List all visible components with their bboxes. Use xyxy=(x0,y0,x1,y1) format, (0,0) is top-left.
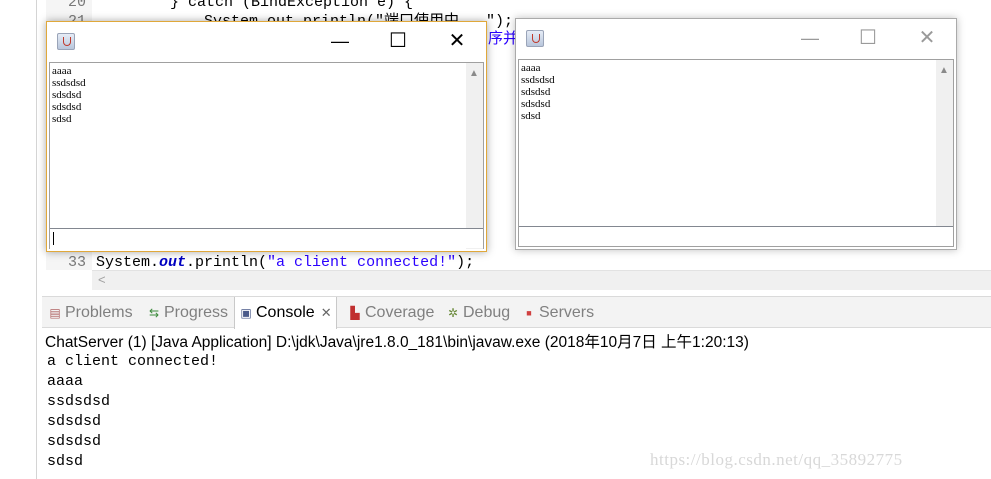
editor-horizontal-scrollbar[interactable]: < xyxy=(92,270,991,290)
tab-label: Servers xyxy=(539,303,595,321)
code-token: System. xyxy=(96,254,160,271)
console-icon: ▣ xyxy=(240,306,252,320)
message-line: aaaa xyxy=(52,65,72,77)
tab-servers[interactable]: ■ Servers xyxy=(518,297,598,328)
chat-client-window-2[interactable]: — ☐ ✕ aaaa ssdsdsd sdsdsd sdsdsd sdsd ▲ … xyxy=(515,18,957,250)
window-content: aaaa ssdsdsd sdsdsd sdsdsd sdsd ▲ ▼ xyxy=(49,62,484,249)
message-line: sdsdsd xyxy=(521,86,551,98)
window-content: aaaa ssdsdsd sdsdsd sdsdsd sdsd ▲ ▼ xyxy=(518,59,954,247)
console-output[interactable]: a client connected! aaaa ssdsdsd sdsdsd … xyxy=(47,352,218,472)
problems-icon: ▤ xyxy=(49,305,61,320)
console-output-line: sdsdsd xyxy=(47,433,102,450)
java-cup-icon xyxy=(57,33,75,50)
message-line: ssdsdsd xyxy=(521,74,555,86)
chevron-up-icon[interactable]: ▲ xyxy=(939,65,949,76)
vertical-scrollbar[interactable]: ▲ ▼ xyxy=(466,63,483,249)
maximize-button[interactable]: ☐ xyxy=(853,25,883,51)
close-button[interactable]: ✕ xyxy=(912,25,942,51)
message-input[interactable] xyxy=(519,226,953,246)
close-button[interactable]: ✕ xyxy=(442,28,472,54)
code-string: "a client connected!" xyxy=(267,254,457,271)
tab-problems[interactable]: ▤ Problems xyxy=(44,297,137,328)
progress-icon: ⇆ xyxy=(148,305,160,320)
console-output-line: aaaa xyxy=(47,373,84,390)
watermark: https://blog.csdn.net/qq_35892775 xyxy=(650,450,903,469)
message-line: sdsdsd xyxy=(52,89,82,101)
code-line-20[interactable]: } catch (BindException e) { xyxy=(170,0,413,12)
minimize-button[interactable]: — xyxy=(325,28,355,54)
maximize-button[interactable]: ☐ xyxy=(383,28,413,54)
message-input[interactable] xyxy=(50,228,483,248)
debug-icon: ✲ xyxy=(447,305,459,320)
chevron-up-icon[interactable]: ▲ xyxy=(469,68,479,79)
console-output-line: a client connected! xyxy=(47,353,219,370)
message-line: sdsd xyxy=(521,110,541,122)
tab-coverage[interactable]: ▙ Coverage xyxy=(344,297,438,328)
console-output-line: sdsdsd xyxy=(47,413,102,430)
tab-label: Problems xyxy=(65,303,133,321)
tab-console[interactable]: ▣ Console ✕ xyxy=(234,297,337,329)
chevron-left-icon[interactable]: < xyxy=(98,272,106,287)
tab-progress[interactable]: ⇆ Progress xyxy=(143,297,232,328)
message-line: aaaa xyxy=(521,62,541,74)
view-divider xyxy=(36,0,37,479)
view-tab-bar: ▤ Problems ⇆ Progress ▣ Console ✕ ▙ Cove… xyxy=(42,296,991,329)
message-text-area[interactable]: aaaa ssdsdsd sdsdsd sdsdsd sdsd xyxy=(519,60,936,246)
tab-label: Progress xyxy=(164,303,229,321)
servers-icon: ■ xyxy=(526,307,532,318)
tab-label: Debug xyxy=(463,303,511,321)
code-field: out xyxy=(159,254,187,271)
message-line: sdsdsd xyxy=(52,101,82,113)
console-output-line: sdsd xyxy=(47,453,84,470)
tab-label: Coverage xyxy=(365,303,435,321)
code-fragment: 序并 xyxy=(488,31,519,48)
message-line: sdsd xyxy=(52,113,72,125)
code-token: ); xyxy=(456,254,475,271)
window-title-bar[interactable]: — ☐ ✕ xyxy=(516,19,956,57)
line-number: 33 xyxy=(67,254,86,271)
text-caret xyxy=(53,232,54,245)
message-line: ssdsdsd xyxy=(52,77,86,89)
code-token: .println( xyxy=(186,254,268,271)
message-line: sdsdsd xyxy=(521,98,551,110)
minimize-button[interactable]: — xyxy=(795,25,825,51)
tab-label: Console xyxy=(256,304,315,321)
java-cup-icon xyxy=(526,30,544,47)
line-number: 20 xyxy=(67,0,86,11)
tab-debug[interactable]: ✲ Debug xyxy=(442,297,514,328)
console-output-line: ssdsdsd xyxy=(47,393,111,410)
close-icon[interactable]: ✕ xyxy=(321,305,332,321)
vertical-scrollbar[interactable]: ▲ ▼ xyxy=(936,60,953,246)
console-launch-description: ChatServer (1) [Java Application] D:\jdk… xyxy=(45,334,749,351)
chat-client-window-1[interactable]: — ☐ ✕ aaaa ssdsdsd sdsdsd sdsdsd sdsd ▲ … xyxy=(46,21,487,252)
coverage-icon: ▙ xyxy=(350,305,360,320)
message-text-area[interactable]: aaaa ssdsdsd sdsdsd sdsdsd sdsd xyxy=(50,63,466,249)
window-title-bar[interactable]: — ☐ ✕ xyxy=(47,22,486,60)
